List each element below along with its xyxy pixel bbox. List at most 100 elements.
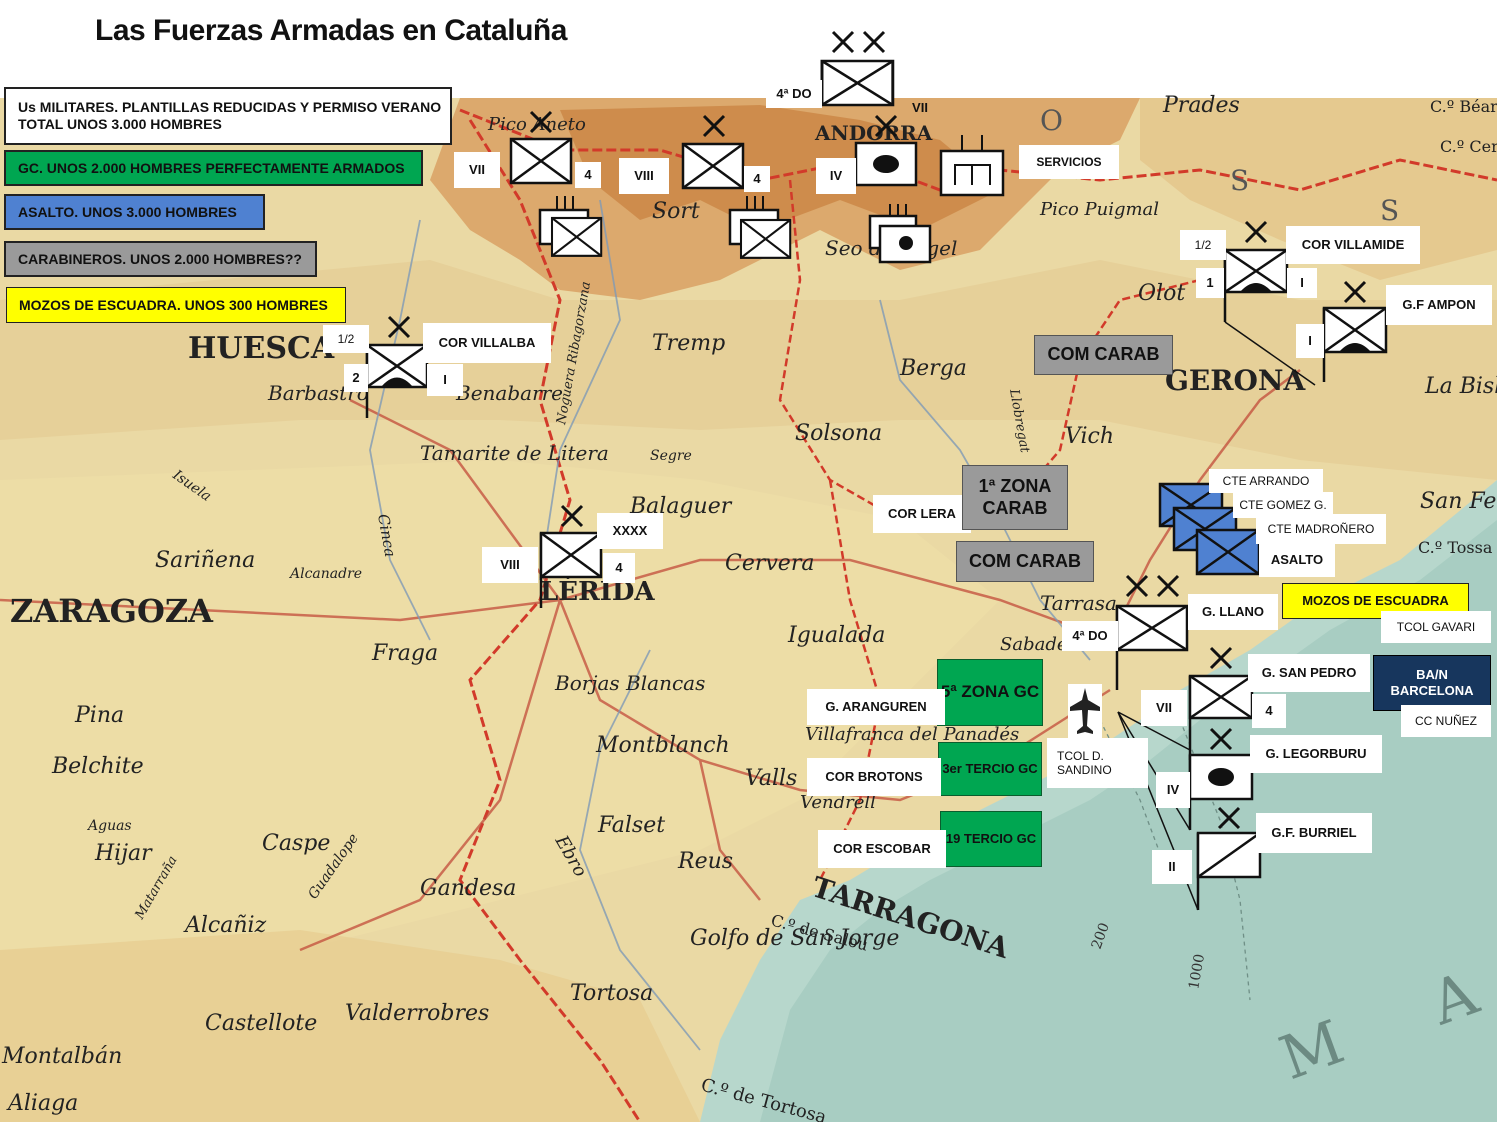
label-tossa: C.º Tossa bbox=[1418, 538, 1493, 557]
label-com-carab-1: COM CARAB bbox=[1034, 335, 1173, 375]
label-vii-1: VII bbox=[454, 152, 500, 188]
label-tremp: Tremp bbox=[652, 331, 725, 356]
label-s2: S bbox=[1380, 194, 1399, 227]
label-g-llano: G. LLANO bbox=[1188, 594, 1278, 630]
label-alcaniz: Alcañiz bbox=[183, 913, 267, 938]
label-igualada: Igualada bbox=[787, 623, 885, 648]
legend-gc: GC. UNOS 2.000 HOMBRES PERFECTAMENTE ARM… bbox=[4, 150, 423, 186]
label-benabarre: Benabarre bbox=[455, 381, 563, 405]
label-3er-tercio-gc: 3er TERCIO GC bbox=[938, 742, 1042, 796]
label-cabo-cer: C.º Cer bbox=[1440, 137, 1497, 156]
label-cte-madronero: CTE MADROÑERO bbox=[1256, 514, 1386, 544]
label-cc-nunez: CC NUÑEZ bbox=[1401, 705, 1491, 737]
label-la-bisbal: La Bisb bbox=[1424, 374, 1497, 399]
label-ii-bcn: II bbox=[1152, 850, 1192, 884]
label-vich: Vich bbox=[1065, 424, 1114, 449]
label-ba-n-barcelona: BA/N BARCELONA bbox=[1373, 655, 1491, 711]
legend-mozos: MOZOS DE ESCUADRA. UNOS 300 HOMBRES bbox=[6, 287, 346, 323]
label-pina: Pina bbox=[74, 703, 124, 728]
label-half-villamide: 1/2 bbox=[1180, 230, 1226, 260]
label-19-tercio-gc: 19 TERCIO GC bbox=[940, 811, 1042, 867]
label-zaragoza: ZARAGOZA bbox=[10, 592, 214, 630]
label-cabo-bear: C.º Béar bbox=[1430, 97, 1497, 116]
label-tarrasa: Tarrasa bbox=[1040, 591, 1117, 615]
label-4a-do-mid: 4ª DO bbox=[1062, 621, 1118, 651]
label-viii-lerida: VIII bbox=[482, 547, 538, 583]
label-falset: Falset bbox=[597, 813, 665, 838]
label-hijar: Hijar bbox=[94, 841, 153, 866]
label-castellote: Castellote bbox=[205, 1011, 317, 1036]
label-o: O bbox=[1040, 104, 1063, 137]
label-sarinena: Sariñena bbox=[155, 548, 255, 573]
label-valls: Valls bbox=[745, 766, 797, 791]
label-lerida: LÉRIDA bbox=[540, 575, 655, 607]
label-i-ampon: I bbox=[1296, 324, 1324, 358]
label-cor-villalba: COR VILLALBA bbox=[423, 323, 551, 363]
label-iv-bcn: IV bbox=[1156, 772, 1190, 808]
label-cor-lera: COR LERA bbox=[873, 495, 971, 533]
label-g-aranguren: G. ARANGUREN bbox=[807, 689, 945, 725]
label-reus: Reus bbox=[677, 849, 733, 874]
label-1a-zona-carab: 1ª ZONA CARAB bbox=[962, 465, 1068, 530]
label-gerona: GERONA bbox=[1165, 364, 1307, 397]
label-iv-1: IV bbox=[816, 158, 856, 194]
unit-vii-pirineo bbox=[509, 137, 573, 185]
label-berga: Berga bbox=[899, 356, 967, 381]
label-fraga: Fraga bbox=[371, 641, 438, 666]
label-4-2: 4 bbox=[744, 166, 770, 192]
label-cervera: Cervera bbox=[725, 551, 814, 576]
label-4-bcn: 4 bbox=[1252, 694, 1286, 728]
label-segre: Segre bbox=[650, 448, 692, 464]
page-title: Las Fuerzas Armadas en Cataluña bbox=[95, 14, 567, 47]
label-montalban: Montalbán bbox=[1, 1044, 122, 1069]
label-2: 2 bbox=[344, 364, 368, 392]
label-huesca: HUESCA bbox=[188, 331, 335, 366]
label-caspe: Caspe bbox=[262, 831, 330, 856]
label-4-1: 4 bbox=[575, 162, 601, 188]
label-prades: Prades bbox=[1162, 93, 1240, 118]
label-g-legorburu: G. LEGORBURU bbox=[1250, 735, 1382, 773]
unit-iv-andorra bbox=[854, 141, 918, 187]
do-top-xx-icon bbox=[831, 30, 886, 54]
label-vii-andorra: VII bbox=[912, 100, 928, 116]
label-cor-villamide: COR VILLAMIDE bbox=[1286, 226, 1420, 264]
label-tamarite: Tamarite de Litera bbox=[420, 441, 609, 465]
label-4-lerida: 4 bbox=[603, 553, 635, 583]
label-4a-do-top: 4ª DO bbox=[766, 80, 822, 108]
label-1: 1 bbox=[1196, 268, 1224, 298]
legend-military: Us MILITARES. PLANTILLAS REDUCIDAS Y PER… bbox=[4, 87, 452, 145]
label-valderrobres: Valderrobres bbox=[345, 1001, 489, 1026]
unit-viii-pirineo bbox=[681, 142, 745, 190]
label-g-san-pedro: G. SAN PEDRO bbox=[1248, 654, 1370, 692]
label-i-villamide: I bbox=[1287, 268, 1317, 298]
label-cor-escobar: COR ESCOBAR bbox=[818, 830, 946, 868]
label-aliaga: Aliaga bbox=[6, 1091, 78, 1116]
label-tcol-gavari: TCOL GAVARI bbox=[1381, 611, 1491, 643]
legend-carabineros: CARABINEROS. UNOS 2.000 HOMBRES?? bbox=[4, 241, 317, 277]
label-gf-ampon: G.F AMPON bbox=[1386, 285, 1492, 325]
label-andorra: ANDORRA bbox=[814, 121, 933, 145]
label-gandesa: Gandesa bbox=[420, 876, 516, 901]
label-solsona: Solsona bbox=[795, 421, 882, 446]
label-san-feliu: San Fe bbox=[1420, 489, 1496, 514]
label-alcanadre: Alcanadre bbox=[288, 566, 362, 582]
label-cte-arrando: CTE ARRANDO bbox=[1209, 469, 1323, 493]
label-viii-1: VIII bbox=[619, 158, 669, 194]
label-puigmal: Pico Puigmal bbox=[1039, 199, 1159, 220]
label-gf-burriel: G.F. BURRIEL bbox=[1256, 813, 1372, 853]
legend-asalto: ASALTO. UNOS 3.000 HOMBRES bbox=[4, 194, 265, 230]
label-sort: Sort bbox=[652, 199, 700, 224]
airplane-icon bbox=[1068, 684, 1102, 738]
label-borjas: Borjas Blancas bbox=[554, 671, 705, 695]
label-half-villalba: 1/2 bbox=[323, 325, 369, 353]
do-top-division bbox=[820, 59, 895, 107]
label-montblanch: Montblanch bbox=[595, 733, 730, 758]
label-cor-brotons: COR BROTONS bbox=[807, 758, 941, 796]
label-com-carab-2: COM CARAB bbox=[956, 541, 1094, 582]
label-tortosa: Tortosa bbox=[570, 981, 653, 1006]
label-tcol-sandino: TCOL D. SANDINO bbox=[1047, 738, 1148, 788]
label-i-villalba: I bbox=[427, 364, 463, 396]
label-servicios: SERVICIOS bbox=[1019, 145, 1119, 179]
label-s: S bbox=[1230, 164, 1249, 197]
label-xxxx: XXXX bbox=[597, 513, 663, 549]
